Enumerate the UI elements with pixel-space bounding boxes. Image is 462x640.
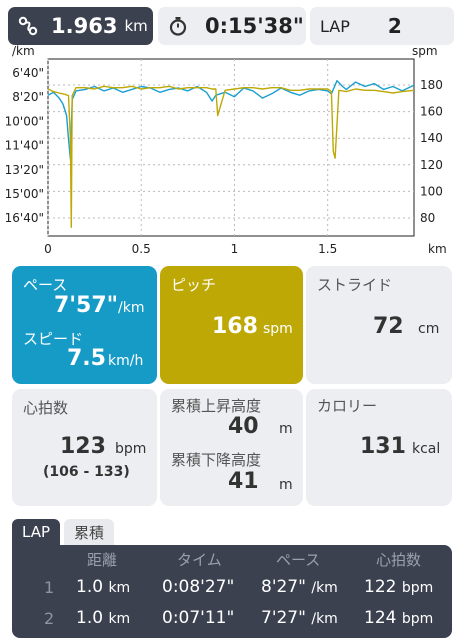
- lap-label: LAP: [320, 16, 350, 36]
- row-heart-rate: 124: [364, 608, 397, 628]
- left-tick-label: 16'40": [5, 211, 44, 225]
- descent-value: 41: [228, 469, 259, 494]
- heart-rate-unit: bpm: [115, 441, 147, 457]
- elevation-tile[interactable]: 累積上昇高度 40 m 累積下降高度 41 m: [160, 389, 303, 506]
- row-number: 2: [44, 609, 55, 628]
- right-tick-label: 120: [420, 158, 443, 172]
- chart-series: [47, 80, 415, 229]
- header-heart-rate: 心拍数: [376, 551, 422, 569]
- row-pace: 7'27": [261, 608, 306, 628]
- lap-box: LAP 2: [310, 7, 454, 45]
- tab-lap[interactable]: LAP: [12, 519, 61, 545]
- lap-tabs: LAP 累積: [12, 519, 115, 545]
- row-time: 0:07'11": [162, 608, 235, 628]
- x-tick-label: 1: [231, 242, 239, 256]
- stride-label: ストライド: [317, 276, 393, 294]
- pitch-tile[interactable]: ピッチ 168 spm: [160, 266, 303, 384]
- stopwatch-icon: [165, 13, 191, 39]
- descent-label: 累積下降高度: [171, 451, 262, 469]
- header-distance: 距離: [87, 551, 118, 569]
- summary-bar: 1.963 km 0:15'38" LAP 2: [8, 7, 454, 45]
- pitch-line: [47, 85, 415, 229]
- calorie-label: カロリー: [317, 397, 378, 415]
- left-tick-label: 13'20": [5, 163, 44, 177]
- left-tick-label: 8'20": [12, 90, 44, 104]
- heart-rate-value: 123: [60, 434, 106, 459]
- distance-box: 1.963 km: [8, 7, 153, 45]
- heart-rate-label: 心拍数: [23, 399, 69, 417]
- speed-unit: km/h: [108, 353, 144, 369]
- row-heart-rate: 122: [364, 577, 397, 597]
- time-value: 0:15'38": [205, 14, 304, 38]
- left-axis-label: /km: [12, 44, 35, 58]
- lap-table: 距離 タイム ペース 心拍数 1 1.0 km 0:08'27" 8'27" /…: [12, 545, 452, 638]
- ascent-value: 40: [228, 414, 259, 439]
- row-distance-unit: km: [108, 580, 131, 596]
- right-tick-label: 180: [420, 78, 443, 92]
- pace-line: [47, 80, 415, 160]
- row-pace-unit: /km: [311, 580, 338, 596]
- heart-rate-tile[interactable]: 心拍数 123 bpm (106 - 133): [12, 389, 157, 506]
- distance-unit: km: [124, 17, 148, 35]
- chart-grid: [47, 58, 415, 237]
- calorie-unit: kcal: [412, 441, 441, 457]
- stride-unit: cm: [418, 321, 440, 337]
- row-distance: 1.0: [76, 608, 104, 628]
- left-tick-label: 15'00": [5, 187, 44, 201]
- stride-tile[interactable]: ストライド 72 cm: [306, 266, 452, 384]
- row-heart-rate-unit: bpm: [401, 611, 434, 627]
- right-tick-label: 80: [420, 211, 435, 225]
- tab-total[interactable]: 累積: [64, 519, 115, 545]
- left-tick-label: 6'40": [12, 66, 44, 80]
- descent-unit: m: [279, 477, 293, 493]
- pace-unit: /km: [118, 300, 145, 316]
- x-tick-label: 1.5: [318, 242, 337, 256]
- row-number: 1: [44, 578, 55, 597]
- right-tick-label: 140: [420, 131, 443, 145]
- time-box: 0:15'38": [158, 7, 306, 45]
- ascent-label: 累積上昇高度: [171, 397, 262, 415]
- left-tick-label: 11'40": [5, 139, 44, 153]
- pace-value: 7'57": [54, 293, 119, 318]
- right-axis-label: spm: [412, 44, 438, 58]
- plot-frame: [47, 58, 415, 237]
- row-pace-unit: /km: [311, 611, 338, 627]
- heart-rate-range: (106 - 133): [43, 464, 130, 480]
- pitch-value: 168: [212, 314, 258, 339]
- speed-value: 7.5: [67, 346, 106, 371]
- row-time: 0:08'27": [162, 577, 235, 597]
- x-tick-label: 0.5: [132, 242, 151, 256]
- row-pace: 8'27": [261, 577, 306, 597]
- lap-value: 2: [387, 14, 402, 38]
- right-tick-label: 160: [420, 105, 443, 119]
- row-distance-unit: km: [108, 611, 131, 627]
- pitch-label: ピッチ: [171, 276, 217, 294]
- ascent-unit: m: [279, 421, 293, 437]
- header-time: タイム: [177, 551, 222, 569]
- header-pace: ペース: [276, 551, 321, 569]
- route-icon: [15, 13, 41, 39]
- x-tick-label: 0: [44, 242, 52, 256]
- calorie-value: 131: [360, 434, 406, 459]
- pace-pitch-chart: /km spm km 6'40" 8'20" 10'00" 11'40" 13'20" 1…: [5, 44, 447, 256]
- calorie-tile[interactable]: カロリー 131 kcal: [306, 389, 452, 506]
- row-heart-rate-unit: bpm: [401, 580, 434, 596]
- stride-value: 72: [373, 314, 404, 339]
- left-tick-label: 10'00": [5, 114, 44, 128]
- pitch-unit: spm: [263, 321, 293, 337]
- pace-label: ペース: [23, 276, 68, 294]
- x-axis-label: km: [428, 242, 447, 256]
- row-distance: 1.0: [76, 577, 104, 597]
- pace-tile[interactable]: ペース 7'57" /km スピード 7.5 km/h: [12, 266, 157, 384]
- distance-value: 1.963: [51, 14, 118, 38]
- right-tick-label: 100: [420, 184, 443, 198]
